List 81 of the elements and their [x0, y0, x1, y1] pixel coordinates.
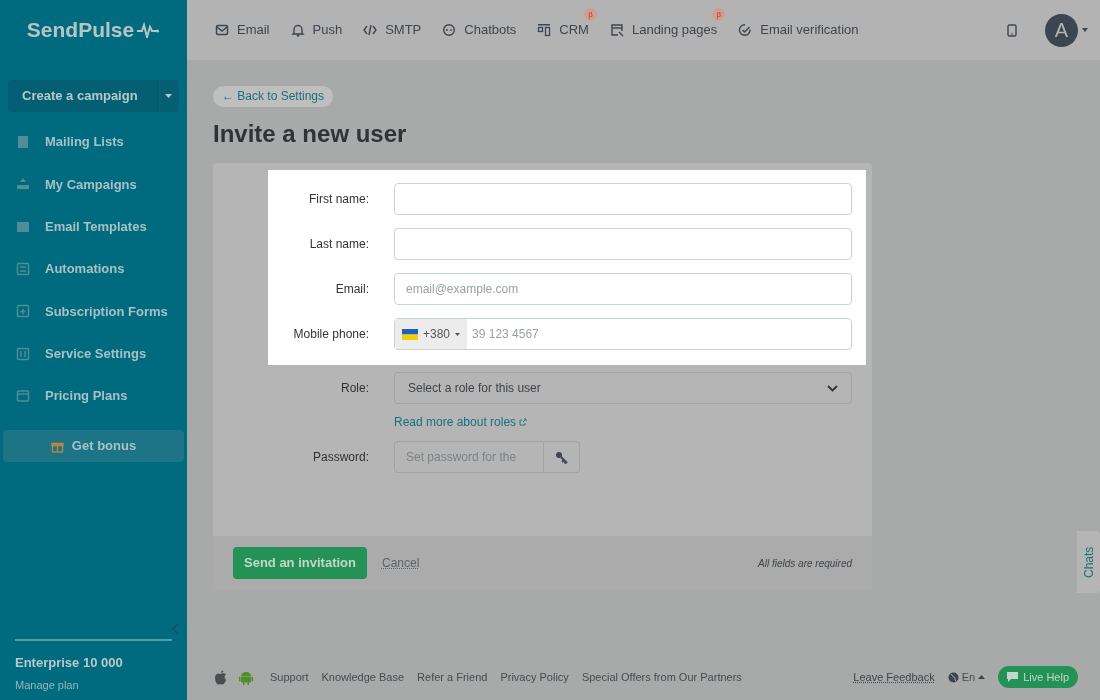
nav-tab[interactable]: Landing pages	[609, 20, 718, 40]
pulse-icon	[136, 22, 161, 38]
get-bonus-button[interactable]: Get bonus	[3, 430, 184, 463]
cancel-link[interactable]: Cancel	[381, 554, 420, 572]
nav-tab[interactable]: Email verification	[738, 20, 859, 40]
required-note: All fields are required	[758, 556, 852, 571]
caret-up-icon	[978, 675, 986, 679]
chat-bubble-icon	[442, 23, 457, 37]
field-label: Password:	[311, 449, 369, 466]
menu-item-icon	[16, 135, 30, 150]
field-label: Last name:	[308, 236, 369, 253]
live-help-button[interactable]: Live Help	[998, 666, 1078, 688]
sidebar-item[interactable]: Automations	[0, 247, 187, 291]
footer-link[interactable]: Privacy Policy	[500, 668, 569, 686]
chats-tab[interactable]: Chats	[1077, 531, 1100, 593]
menu-item-icon	[16, 177, 30, 192]
caret-icon	[165, 94, 172, 98]
password-input-field[interactable]: Set password for the	[394, 441, 544, 473]
generate-password-button[interactable]	[544, 441, 580, 473]
avatar: A	[1045, 13, 1078, 47]
window-cursor-icon	[609, 23, 624, 37]
nav-tab[interactable]: Email	[215, 20, 270, 40]
logo-text: SendPulse	[26, 17, 135, 44]
footer-link[interactable]: Support	[270, 668, 309, 686]
footer-link[interactable]: Knowledge Base	[321, 668, 405, 686]
footer-link[interactable]: Refer a Friend	[417, 668, 488, 686]
plan-name: Enterprise 10 000	[14, 654, 124, 672]
nav-tab[interactable]: SMTP	[363, 20, 422, 40]
menu-item-icon	[16, 262, 30, 277]
leave-feedback-link[interactable]: Leave Feedback	[853, 668, 935, 686]
sidebar-item[interactable]: Service Settings	[0, 332, 187, 375]
text-input-field[interactable]	[394, 183, 852, 215]
text-input-field[interactable]	[394, 228, 852, 260]
field-label: First name:	[308, 191, 369, 208]
sidebar-item[interactable]: Subscription Forms	[0, 290, 187, 333]
sidebar-item[interactable]: Pricing Plans	[0, 374, 187, 418]
roles-link[interactable]: Read more about roles	[394, 413, 852, 431]
android-icon	[239, 669, 253, 685]
menu-item-icon	[16, 346, 30, 361]
code-icon	[363, 23, 378, 37]
role-select[interactable]: Select a role for this user	[394, 372, 852, 404]
caret-icon	[1082, 28, 1088, 32]
avatar-menu[interactable]: A	[1045, 13, 1088, 47]
footer-link[interactable]: Special Offers from Our Partners	[581, 668, 742, 686]
globe-icon	[947, 671, 959, 683]
field-label: Role:	[340, 380, 369, 397]
nav-tab[interactable]: Chatbots	[442, 20, 517, 40]
field-label: Email:	[334, 281, 369, 298]
menu-item-icon	[16, 304, 30, 319]
caret-icon	[455, 332, 461, 336]
country-code: +380	[423, 326, 451, 343]
chevron-down-icon	[827, 384, 838, 392]
nav-tab[interactable]: CRM	[537, 20, 589, 40]
mobile-phone-icon	[1007, 23, 1017, 37]
flag-icon	[402, 328, 418, 340]
beta-badge: β	[583, 8, 597, 22]
sidebar-item[interactable]: Email Templates	[0, 205, 187, 248]
language-selector[interactable]: En	[947, 668, 986, 686]
back-link[interactable]: ← Back to Settings	[213, 86, 334, 107]
columns-icon	[537, 23, 552, 37]
send-invitation-button[interactable]: Send an invitation	[233, 547, 367, 579]
sidebar-item[interactable]: Mailing Lists	[0, 121, 187, 164]
text-input-field[interactable]: email@example.com	[394, 273, 852, 305]
menu-item-icon	[16, 219, 30, 234]
key-icon	[555, 450, 568, 464]
page-title: Invite a new user	[213, 119, 408, 149]
apple-icon	[214, 669, 227, 685]
check-circle-icon	[738, 23, 753, 37]
sidebar-item[interactable]: My Campaigns	[0, 163, 187, 206]
phone-input-field[interactable]: +380 39 123 4567	[394, 318, 852, 350]
country-code-selector[interactable]: +380	[395, 319, 468, 349]
manage-plan-link[interactable]: Manage plan	[0, 676, 187, 693]
menu-item-icon	[16, 388, 30, 403]
bell-icon	[290, 23, 305, 37]
envelope-icon	[215, 23, 229, 37]
beta-badge: β	[712, 8, 726, 22]
collapse-chevron-icon	[172, 623, 179, 635]
chat-bubble-icon	[1007, 672, 1019, 682]
nav-tab[interactable]: Push	[290, 20, 343, 40]
external-link-icon	[519, 418, 528, 426]
field-label: Mobile phone:	[292, 326, 369, 343]
